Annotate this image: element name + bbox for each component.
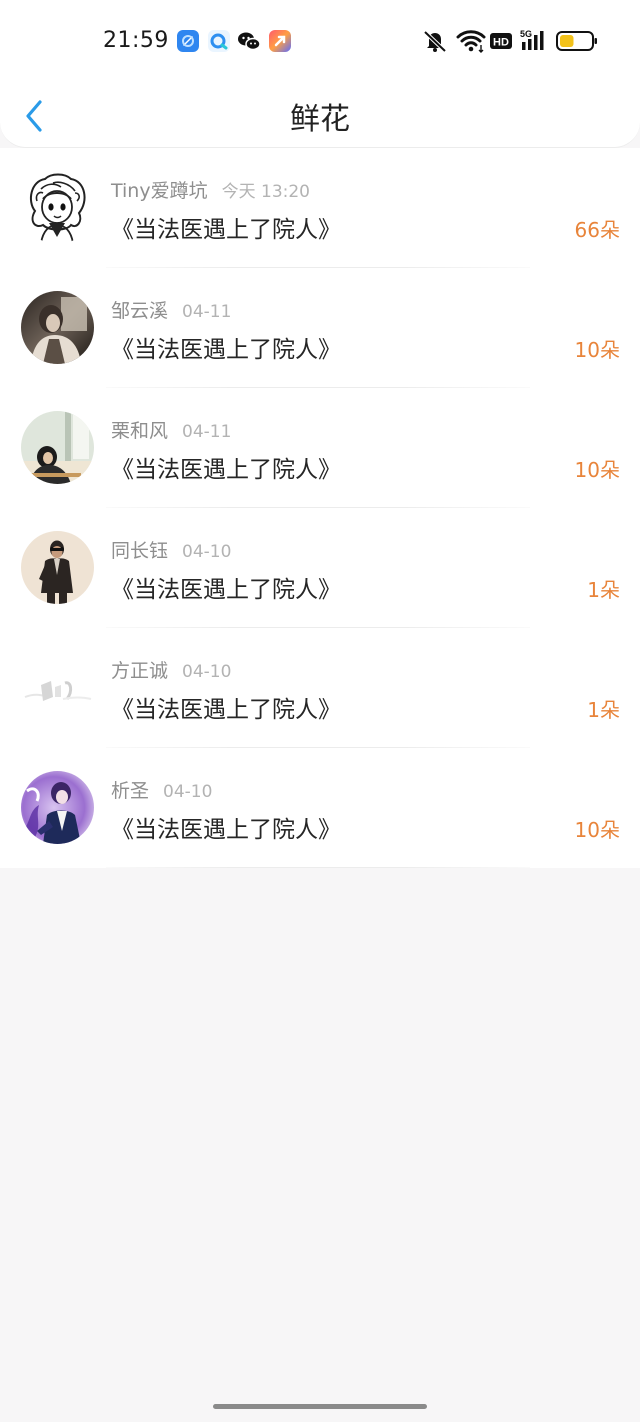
record-date: 04-10 <box>163 782 213 802</box>
record-username: 栗和风 <box>111 420 169 442</box>
avatar <box>21 171 94 244</box>
flower-record-row[interactable]: 栗和风 04-11 《当法医遇上了院人》 10朵 <box>0 388 640 508</box>
record-username: 析圣 <box>111 780 150 802</box>
status-time: 21:59 <box>103 28 169 53</box>
record-flower-count: 66朵 <box>574 218 620 242</box>
record-username: 同长钰 <box>111 540 169 562</box>
record-date: 04-11 <box>182 422 232 442</box>
record-date: 今天 13:20 <box>221 182 310 202</box>
page-title: 鲜花 <box>290 102 350 137</box>
record-flower-count: 1朵 <box>587 578 620 602</box>
record-book-title: 《当法医遇上了院人》 <box>111 457 341 483</box>
record-flower-count: 10朵 <box>574 338 620 362</box>
wifi-icon <box>456 28 486 54</box>
record-meta: 栗和风 04-11 <box>111 416 231 442</box>
mute-icon <box>421 28 449 54</box>
avatar <box>21 771 94 844</box>
record-book-title: 《当法医遇上了院人》 <box>111 337 341 363</box>
record-meta: 同长钰 04-10 <box>111 536 231 562</box>
record-meta: 析圣 04-10 <box>111 776 212 802</box>
record-meta: 方正诚 04-10 <box>111 656 231 682</box>
home-indicator[interactable] <box>213 1404 427 1409</box>
flower-record-row[interactable]: Tiny爱蹲坑 今天 13:20 《当法医遇上了院人》 66朵 <box>0 148 640 268</box>
flower-records-screen: 21:59 HD 5G 鲜花 Tiny爱蹲坑 今天 13:20 《当法医遇上了院… <box>0 0 640 1422</box>
battery-icon <box>556 28 598 54</box>
record-flower-count: 10朵 <box>574 818 620 842</box>
record-meta: 邹云溪 04-11 <box>111 296 231 322</box>
record-username: 邹云溪 <box>111 300 169 322</box>
record-date: 04-10 <box>182 542 232 562</box>
network-label: 5G <box>520 29 532 39</box>
avatar <box>21 531 94 604</box>
app-shortcut-icon <box>268 29 292 53</box>
hd-label: HD <box>493 37 509 49</box>
record-username: 方正诚 <box>111 660 169 682</box>
record-date: 04-11 <box>182 302 232 322</box>
flower-record-row[interactable]: 方正诚 04-10 《当法医遇上了院人》 1朵 <box>0 628 640 748</box>
flower-record-row[interactable]: 同长钰 04-10 《当法医遇上了院人》 1朵 <box>0 508 640 628</box>
flower-record-list: Tiny爱蹲坑 今天 13:20 《当法医遇上了院人》 66朵 邹云溪 04-11 <box>0 148 640 868</box>
record-flower-count: 1朵 <box>587 698 620 722</box>
record-meta: Tiny爱蹲坑 今天 13:20 <box>111 176 310 202</box>
avatar <box>21 291 94 364</box>
page-header: 鲜花 <box>0 84 640 144</box>
top-bar: 21:59 HD 5G 鲜花 <box>0 0 640 148</box>
wechat-icon <box>237 29 261 53</box>
record-flower-count: 10朵 <box>574 458 620 482</box>
record-book-title: 《当法医遇上了院人》 <box>111 817 341 843</box>
record-book-title: 《当法医遇上了院人》 <box>111 217 341 243</box>
search-app-icon <box>207 29 231 53</box>
record-username: Tiny爱蹲坑 <box>111 180 208 202</box>
hd-icon: HD <box>490 28 512 54</box>
signal-5g-icon: 5G <box>519 28 549 54</box>
flower-record-row[interactable]: 析圣 04-10 《当法医遇上了院人》 10朵 <box>0 748 640 868</box>
browser-icon <box>176 29 200 53</box>
flower-record-row[interactable]: 邹云溪 04-11 《当法医遇上了院人》 10朵 <box>0 268 640 388</box>
record-date: 04-10 <box>182 662 232 682</box>
status-bar: 21:59 HD 5G <box>0 0 640 84</box>
avatar <box>21 411 94 484</box>
record-book-title: 《当法医遇上了院人》 <box>111 697 341 723</box>
record-book-title: 《当法医遇上了院人》 <box>111 577 341 603</box>
avatar <box>21 651 94 724</box>
